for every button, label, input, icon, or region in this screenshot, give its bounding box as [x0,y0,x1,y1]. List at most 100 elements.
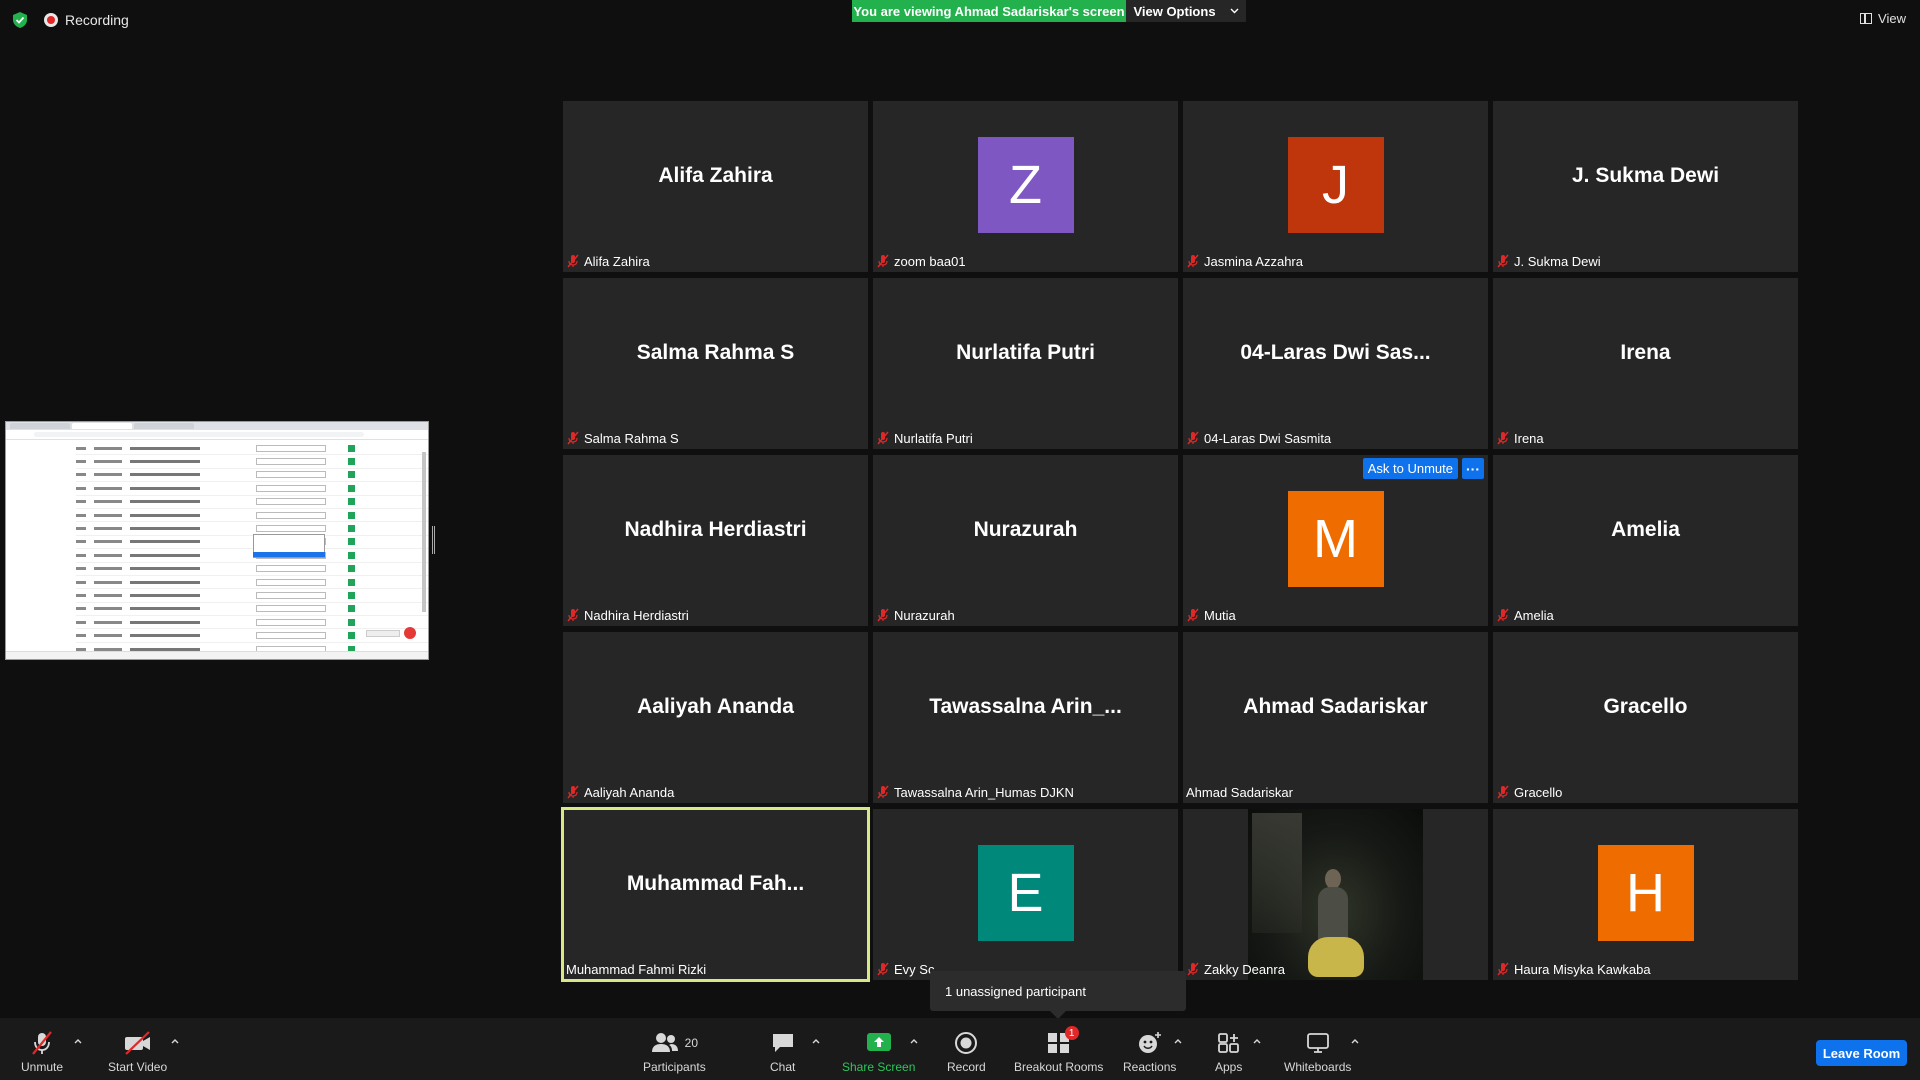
share-screen-button[interactable]: Share Screen [842,1030,915,1074]
reactions-options-caret-icon[interactable] [1173,1036,1183,1046]
split-resize-handle[interactable] [432,526,435,554]
whiteboards-button[interactable]: Whiteboards [1284,1030,1351,1074]
security-shield-icon[interactable] [12,11,28,29]
participant-tile[interactable]: Nurazurah Nurazurah [873,455,1178,626]
unmute-button[interactable]: Unmute [21,1030,63,1074]
apps-icon [1217,1033,1239,1053]
participant-tile[interactable]: J Jasmina Azzahra [1183,101,1488,272]
shared-table-row [76,563,428,576]
participant-tile[interactable]: E Evy Sc [873,809,1178,980]
participant-tile[interactable]: Zakky Deanra [1183,809,1488,980]
unassigned-participant-popup[interactable]: 1 unassigned participant [930,971,1186,1019]
participant-name-label: Nurazurah [876,605,961,625]
recording-label: Recording [65,12,129,28]
participant-name-label: Irena [1496,428,1550,448]
participant-name: Evy Sc [894,961,935,977]
apps-button[interactable]: Apps [1215,1030,1242,1074]
viewing-screen-banner: You are viewing Ahmad Sadariskar's scree… [852,0,1126,22]
view-grid-icon [1860,13,1873,24]
mic-muted-icon [566,431,580,445]
participant-tile[interactable]: Muhammad Fah... Muhammad Fahmi Rizki [561,807,870,982]
participant-tile[interactable]: M Ask to Unmute ··· Mutia [1183,455,1488,626]
participant-name-label: Salma Rahma S [566,428,685,448]
participant-display-name: Tawassalna Arin_... [929,694,1122,718]
participant-tile[interactable]: Aaliyah Ananda Aaliyah Ananda [563,632,868,803]
participant-name-label: Amelia [1496,605,1560,625]
meeting-toolbar: Unmute Start Video 20 Participants Chat … [0,1018,1920,1080]
participant-tile[interactable]: Tawassalna Arin_... Tawassalna Arin_Humas… [873,632,1178,803]
whiteboards-options-caret-icon[interactable] [1350,1036,1360,1046]
record-button[interactable]: Record [947,1030,986,1074]
participant-tile[interactable]: Irena Irena [1493,278,1798,449]
shared-table-row [76,549,428,563]
participant-avatar: J [1287,137,1384,233]
view-options-label: View Options [1133,3,1216,19]
whiteboard-icon [1306,1033,1329,1053]
chat-label: Chat [770,1060,796,1074]
participant-name: Haura Misyka Kawkaba [1514,961,1651,977]
participant-name: Salma Rahma S [584,430,679,446]
participant-tile[interactable]: Gracello Gracello [1493,632,1798,803]
participant-display-name: Muhammad Fah... [626,871,805,895]
recording-icon [44,13,58,27]
top-left-status: Recording [12,11,129,29]
participant-name-label: Haura Misyka Kawkaba [1496,959,1657,979]
shared-table-row [76,536,428,550]
video-off-icon [124,1031,150,1055]
participant-name-label: Nadhira Herdiastri [566,605,695,625]
participant-tile[interactable]: Zzoom baa01 [873,101,1178,272]
chat-options-caret-icon[interactable] [811,1036,821,1046]
participant-tile[interactable]: H Haura Misyka Kawkaba [1493,809,1798,980]
ask-to-unmute-button[interactable]: Ask to Unmute [1362,458,1458,479]
reactions-button[interactable]: Reactions [1123,1030,1176,1074]
participant-tile[interactable]: 04-Laras Dwi Sas... 04-Laras Dwi Sasmita [1183,278,1488,449]
participant-name: zoom baa01 [894,253,966,269]
participants-button[interactable]: 20 Participants [643,1030,706,1074]
mic-muted-icon [566,608,580,622]
whiteboards-label: Whiteboards [1284,1060,1352,1074]
apps-options-caret-icon[interactable] [1252,1036,1262,1046]
more-options-button[interactable]: ··· [1462,458,1484,479]
participant-name: Zakky Deanra [1204,961,1285,977]
participant-name-label: Gracello [1496,782,1568,802]
share-options-caret-icon[interactable] [909,1036,919,1046]
view-options-button[interactable]: View Options [1126,0,1246,22]
participant-tile[interactable]: Amelia Amelia [1493,455,1798,626]
shared-dropdown-selection [253,552,325,557]
participant-name: Tawassalna Arin_Humas DJKN [894,784,1074,800]
mic-muted-icon [1186,254,1200,268]
participant-tile[interactable]: Nurlatifa Putri Nurlatifa Putri [873,278,1178,449]
participant-avatar: Z [977,137,1074,233]
popup-text: 1 unassigned participant [945,983,1086,999]
participant-name: J. Sukma Dewi [1514,253,1601,269]
shared-screen-view[interactable] [5,421,429,660]
participant-tile[interactable]: J. Sukma Dewi J. Sukma Dewi [1493,101,1798,272]
participant-tile[interactable]: Alifa Zahira Alifa Zahira [563,101,868,272]
mic-muted-icon [1496,785,1510,799]
share-screen-label: Share Screen [842,1060,916,1074]
start-video-button[interactable]: Start Video [108,1030,167,1074]
view-button[interactable]: View [1860,11,1906,26]
video-options-caret-icon[interactable] [170,1036,180,1046]
audio-options-caret-icon[interactable] [73,1036,83,1046]
participant-name: 04-Laras Dwi Sasmita [1204,430,1332,446]
chevron-down-icon [1230,8,1239,14]
shared-table-row [76,469,428,483]
breakout-rooms-button[interactable]: 1 Breakout Rooms [1014,1026,1103,1074]
reactions-smile-icon [1138,1032,1161,1053]
shared-table-row [76,482,428,496]
participant-tile[interactable]: Nadhira Herdiastri Nadhira Herdiastri [563,455,868,626]
mic-muted-icon [1496,608,1510,622]
participant-name: Gracello [1514,784,1563,800]
leave-room-button[interactable]: Leave Room [1816,1040,1907,1066]
participant-avatar: H [1597,845,1694,941]
participant-name: Nurazurah [894,607,955,623]
participant-name-label: J. Sukma Dewi [1496,251,1607,271]
chat-button[interactable]: Chat [770,1030,795,1074]
share-screen-icon [866,1033,891,1051]
recording-indicator[interactable]: Recording [44,12,129,28]
participant-tile[interactable]: Ahmad Sadariskar Ahmad Sadariskar [1183,632,1488,803]
mic-muted-icon [876,254,890,268]
shared-table-row [76,509,428,523]
participant-tile[interactable]: Salma Rahma S Salma Rahma S [563,278,868,449]
